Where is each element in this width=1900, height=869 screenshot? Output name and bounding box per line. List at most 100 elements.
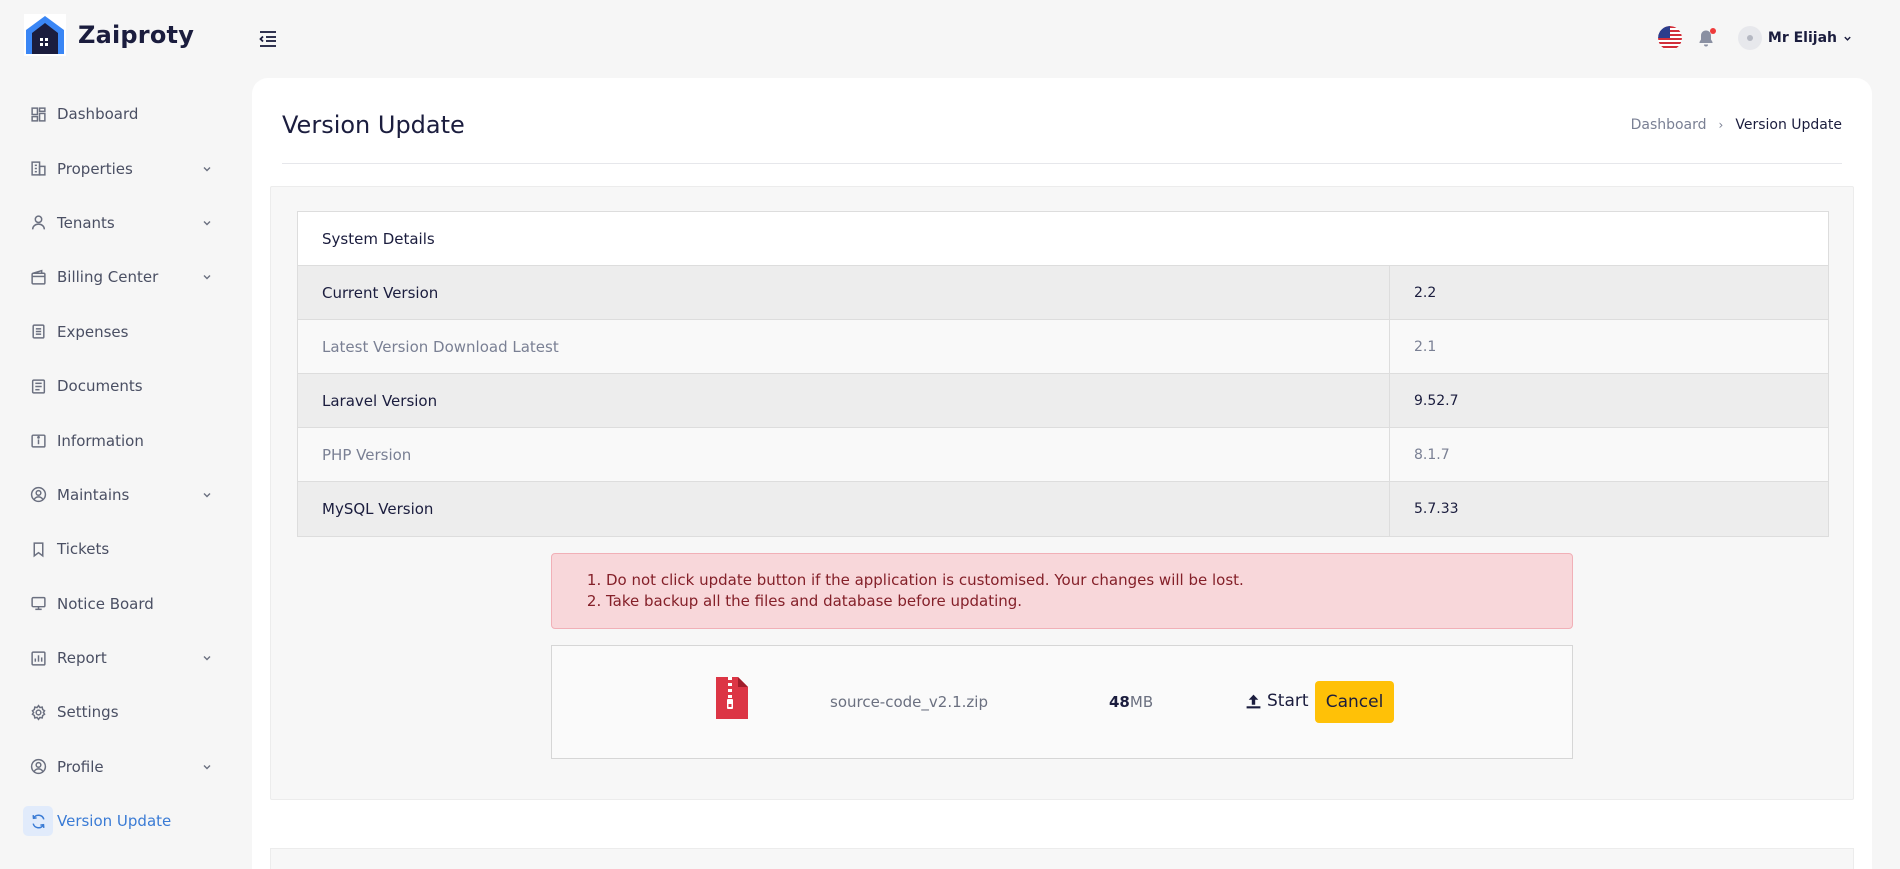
sidebar-item-label: Tickets [57, 540, 110, 559]
upload-icon [1246, 694, 1261, 708]
document-icon [30, 378, 47, 395]
chevron-down-icon [202, 272, 212, 282]
row-label: Latest Version Download Latest [298, 320, 1390, 373]
sidebar-item-properties[interactable]: Properties [0, 141, 250, 195]
refresh-icon [23, 806, 53, 837]
notification-bell-icon[interactable] [1696, 28, 1716, 48]
row-label: Current Version [298, 266, 1390, 319]
user-name: Mr Elijah [1767, 30, 1837, 46]
page-header: Version Update Dashboard › Version Updat… [282, 78, 1842, 164]
sidebar-item-label: Billing Center [57, 268, 159, 287]
warning-item: Take backup all the files and database b… [606, 591, 1572, 612]
version-update-panel: System Details Current Version 2.2 Lates… [270, 186, 1854, 800]
table-row: Current Version 2.2 [298, 266, 1828, 320]
sidebar-item-label: Expenses [57, 322, 129, 341]
table-row: Laravel Version 9.52.7 [298, 374, 1828, 428]
sidebar-item-label: Properties [57, 159, 133, 178]
sidebar: Zaiproty Dashboard Properties Tenants Bi… [0, 0, 250, 869]
start-button-label: Start [1267, 691, 1309, 711]
page-title: Version Update [282, 111, 465, 139]
info-icon [30, 432, 47, 449]
user-menu[interactable]: Mr Elijah [1737, 26, 1852, 50]
sidebar-item-label: Maintains [57, 485, 130, 504]
secondary-panel [270, 848, 1854, 869]
row-value: 8.1.7 [1414, 446, 1450, 463]
sidebar-item-tickets[interactable]: Tickets [0, 522, 250, 576]
row-value: 5.7.33 [1414, 501, 1459, 517]
sidebar-item-version-update[interactable]: Version Update [0, 794, 250, 848]
sidebar-item-label: Version Update [57, 812, 172, 831]
sidebar-item-label: Documents [57, 377, 143, 396]
avatar [1737, 26, 1762, 50]
us-flag-icon[interactable] [1657, 26, 1682, 50]
sidebar-item-dashboard[interactable]: Dashboard [0, 87, 250, 141]
breadcrumb-current: Version Update [1735, 117, 1842, 133]
file-name: source-code_v2.1.zip [830, 693, 988, 711]
chevron-down-icon [202, 218, 212, 228]
row-value: 2.2 [1414, 284, 1437, 301]
system-details-heading: System Details [298, 212, 1828, 266]
chevron-right-icon: › [1718, 118, 1724, 132]
table-row: Latest Version Download Latest 2.1 [298, 320, 1828, 374]
row-label: Laravel Version [298, 374, 1390, 427]
sidebar-item-billing-center[interactable]: Billing Center [0, 250, 250, 304]
notification-dot [1709, 28, 1716, 34]
sidebar-item-tenants[interactable]: Tenants [0, 196, 250, 250]
menu-collapse-icon [259, 31, 276, 47]
sidebar-item-report[interactable]: Report [0, 631, 250, 685]
sidebar-item-documents[interactable]: Documents [0, 359, 250, 413]
row-value: 2.1 [1414, 338, 1437, 355]
sidebar-item-label: Dashboard [57, 105, 139, 124]
zip-file-icon [716, 677, 748, 719]
monitor-icon [30, 595, 47, 612]
table-row: PHP Version 8.1.7 [298, 428, 1828, 482]
sidebar-item-label: Settings [57, 703, 119, 722]
table-row: MySQL Version 5.7.33 [298, 482, 1828, 536]
sidebar-item-label: Report [57, 649, 107, 668]
sidebar-item-label: Profile [57, 757, 104, 776]
bookmark-icon [30, 541, 47, 558]
sidebar-item-label: Notice Board [57, 594, 154, 613]
breadcrumb: Dashboard › Version Update [1631, 117, 1842, 133]
warning-list: Do not click update button if the applic… [606, 570, 1572, 612]
brand-logo-icon [24, 14, 66, 56]
chart-icon [30, 650, 47, 667]
sidebar-item-maintains[interactable]: Maintains [0, 468, 250, 522]
sidebar-menu: Dashboard Properties Tenants Billing Cen… [0, 87, 250, 848]
breadcrumb-link-dashboard[interactable]: Dashboard [1631, 117, 1707, 133]
cancel-button[interactable]: Cancel [1315, 681, 1394, 723]
topbar-actions: Mr Elijah [1657, 22, 1852, 54]
chevron-down-icon [1843, 34, 1852, 43]
chevron-down-icon [202, 164, 212, 174]
file-size-unit: MB [1129, 693, 1154, 711]
row-label: MySQL Version [298, 482, 1390, 536]
file-size: 48MB [1109, 693, 1153, 711]
sidebar-toggle-button[interactable] [256, 28, 280, 50]
wallet-icon [30, 269, 47, 286]
brand-name: Zaiproty [78, 21, 195, 49]
update-warning-alert: Do not click update button if the applic… [551, 553, 1573, 629]
building-icon [30, 160, 47, 177]
chevron-down-icon [202, 490, 212, 500]
profile-icon [30, 758, 47, 775]
sidebar-item-profile[interactable]: Profile [0, 740, 250, 794]
row-value: 9.52.7 [1414, 392, 1459, 409]
main-content: Version Update Dashboard › Version Updat… [252, 78, 1872, 869]
system-details-table: System Details Current Version 2.2 Lates… [297, 211, 1829, 537]
sidebar-item-information[interactable]: Information [0, 413, 250, 467]
chevron-down-icon [202, 762, 212, 772]
receipt-icon [30, 323, 47, 340]
chevron-down-icon [202, 653, 212, 663]
file-upload-row: source-code_v2.1.zip 48MB Start Cancel [551, 645, 1573, 759]
gear-icon [30, 704, 47, 721]
user-icon [30, 214, 47, 231]
sidebar-item-notice-board[interactable]: Notice Board [0, 577, 250, 631]
row-label: PHP Version [298, 428, 1390, 481]
dashboard-icon [30, 106, 47, 123]
warning-item: Do not click update button if the applic… [606, 570, 1572, 591]
sidebar-item-expenses[interactable]: Expenses [0, 305, 250, 359]
start-button[interactable]: Start [1245, 691, 1309, 711]
sidebar-item-settings[interactable]: Settings [0, 685, 250, 739]
sidebar-item-label: Tenants [57, 213, 115, 232]
brand[interactable]: Zaiproty [24, 14, 194, 56]
